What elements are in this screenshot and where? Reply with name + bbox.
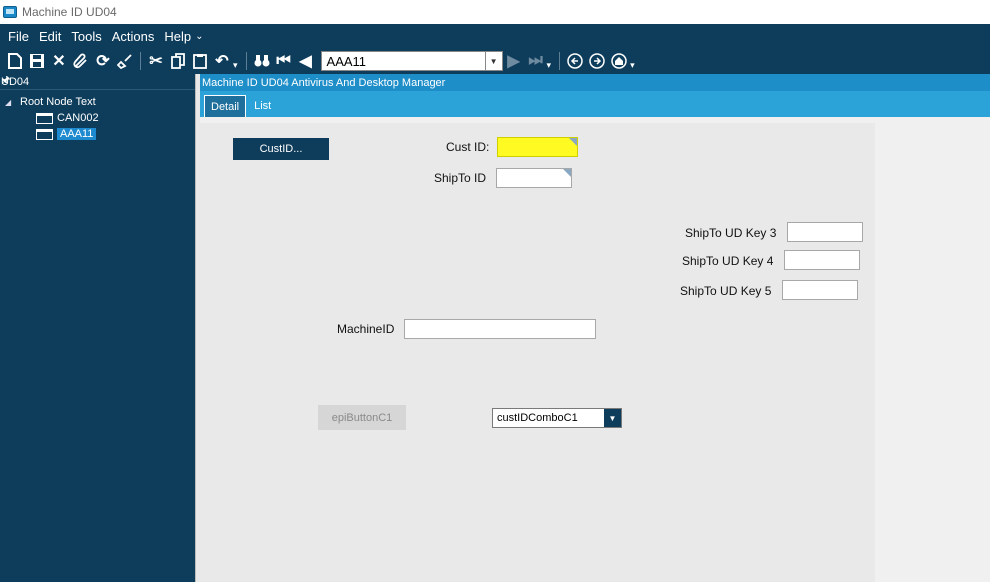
menu-edit[interactable]: Edit [39, 29, 61, 44]
shipto-ud-key3-field[interactable] [787, 222, 863, 242]
detail-form [200, 123, 875, 582]
custid-button[interactable]: CustID... [233, 138, 329, 160]
menu-help[interactable]: Help [164, 29, 191, 44]
save-icon[interactable] [26, 50, 48, 72]
app-window-icon [3, 6, 17, 18]
home-icon[interactable] [608, 50, 630, 72]
tab-strip: Detail List [200, 91, 990, 117]
forward-arrow-icon[interactable] [586, 50, 608, 72]
menu-overflow-icon[interactable]: ⌄ [195, 31, 203, 42]
binoculars-search-icon[interactable] [251, 50, 273, 72]
folder-icon [36, 128, 53, 140]
tree-root-label: Root Node Text [20, 96, 96, 108]
folder-icon [36, 112, 53, 124]
paste-icon[interactable] [189, 50, 211, 72]
tree-node-label-selected: AAA11 [57, 128, 97, 140]
shipto-id-label: ShipTo ID [434, 171, 487, 185]
nav-dropdown-icon[interactable]: ▾ [547, 60, 552, 71]
shipto-ud-key5-label: ShipTo UD Key 5 [680, 284, 772, 298]
tree-node-can002[interactable]: CAN002 [0, 110, 195, 126]
record-key-combo[interactable]: AAA11 ▼ [320, 51, 503, 71]
back-arrow-icon[interactable] [564, 50, 586, 72]
tree-panel: UD04 🖈 ◢ Root Node Text CAN002 AAA11 [0, 74, 195, 582]
cust-id-field[interactable] [497, 137, 578, 157]
first-record-icon[interactable]: ⏮ [273, 50, 295, 72]
tree-panel-title: UD04 [1, 75, 30, 88]
custid-combo-value: custIDComboC1 [497, 412, 578, 424]
tree-node-label: CAN002 [57, 112, 99, 124]
toolbar-separator [559, 52, 561, 70]
previous-record-icon[interactable]: ◀ [295, 50, 317, 72]
tree-panel-header: UD04 🖈 [0, 74, 195, 90]
cut-icon[interactable]: ✂ [145, 50, 167, 72]
field-corner-marker [569, 138, 577, 146]
last-record-icon[interactable]: ⏭ [525, 50, 547, 72]
clear-broom-icon[interactable] [114, 50, 136, 72]
attachment-icon[interactable] [70, 50, 92, 72]
menu-actions[interactable]: Actions [112, 29, 155, 44]
expand-triangle-icon[interactable]: ◢ [5, 98, 15, 107]
toolbar-separator [140, 52, 141, 70]
shipto-ud-key5-field[interactable] [782, 280, 858, 300]
tab-list[interactable]: List [248, 95, 277, 117]
undo-icon[interactable]: ↶ [211, 50, 233, 72]
shipto-id-field[interactable] [496, 168, 572, 188]
next-record-icon[interactable]: ▶ [503, 50, 525, 72]
toolbar-separator [245, 52, 247, 70]
tree-root-node[interactable]: ◢ Root Node Text [0, 94, 195, 110]
copy-icon[interactable] [167, 50, 189, 72]
tab-detail[interactable]: Detail [204, 95, 247, 117]
menu-file[interactable]: File [8, 29, 29, 44]
tree-view: ◢ Root Node Text CAN002 AAA11 [0, 90, 195, 142]
new-document-icon[interactable] [4, 50, 26, 72]
undo-dropdown-icon[interactable]: ▾ [233, 60, 238, 71]
field-corner-marker [563, 169, 571, 177]
menu-bar: File Edit Tools Actions Help ⌄ [0, 24, 990, 48]
window-title: Machine ID UD04 [22, 5, 117, 19]
toolbar: ✕ ⟳ ✂ ↶ ▾ ⏮ ◀ AAA11 ▼ ▶ ⏭ ▾ ▾ [0, 48, 990, 74]
record-key-value: AAA11 [326, 53, 367, 69]
delete-icon[interactable]: ✕ [48, 50, 70, 72]
content-title: Machine ID UD04 Antivirus And Desktop Ma… [200, 74, 990, 91]
title-bar: Machine ID UD04 [0, 0, 990, 24]
custid-combo[interactable]: custIDComboC1 ▼ [492, 408, 622, 428]
machine-id-field[interactable] [404, 319, 596, 339]
tree-node-aaa11[interactable]: AAA11 [0, 126, 195, 142]
refresh-icon[interactable]: ⟳ [92, 50, 114, 72]
menu-tools[interactable]: Tools [71, 29, 101, 44]
epi-button-c1[interactable]: epiButtonC1 [318, 405, 406, 430]
cust-id-label: Cust ID: [446, 140, 490, 154]
shipto-ud-key4-field[interactable] [784, 250, 860, 270]
shipto-ud-key4-label: ShipTo UD Key 4 [682, 254, 774, 268]
shipto-ud-key3-label: ShipTo UD Key 3 [685, 226, 777, 240]
chevron-down-icon[interactable]: ▼ [604, 409, 621, 427]
machine-id-label: MachineID [337, 322, 395, 336]
chevron-down-icon[interactable]: ▼ [484, 52, 502, 70]
home-dropdown-icon[interactable]: ▾ [630, 60, 635, 71]
